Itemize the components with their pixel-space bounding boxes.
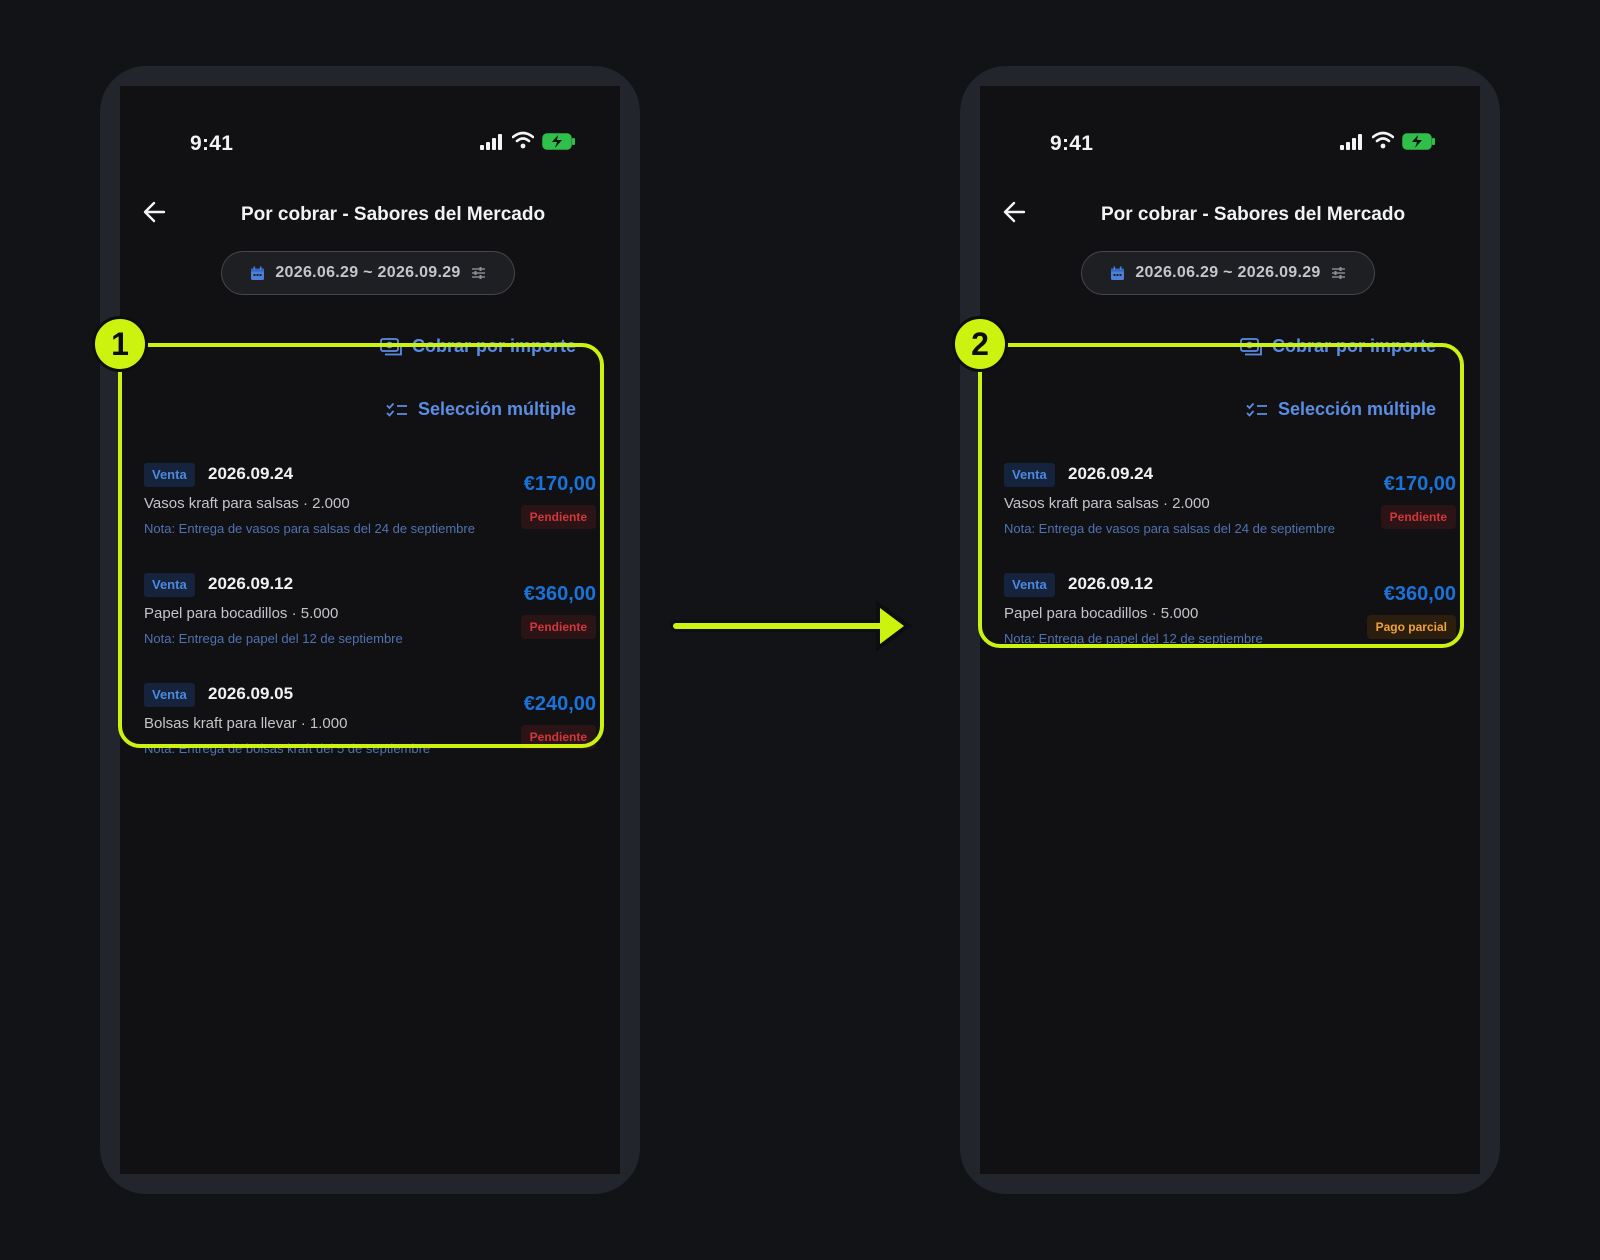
highlight-box-step-2 [978,343,1464,648]
back-arrow-icon[interactable] [1002,200,1028,224]
filter-sliders-icon [1331,267,1345,279]
battery-charging-icon [1402,133,1435,150]
page-title: Por cobrar - Sabores del Mercado [1100,204,1406,225]
date-range-filter[interactable]: 2026.06.29 ~ 2026.09.29 [1081,251,1375,295]
date-range-text: 2026.06.29 ~ 2026.09.29 [275,264,461,281]
status-bar: 9:41 [120,86,620,168]
wifi-icon [512,131,534,149]
status-time: 9:41 [190,132,234,155]
step-badge-1: 1 [92,316,148,372]
wifi-icon [1372,131,1394,149]
step-badge-2: 2 [952,316,1008,372]
back-arrow-icon[interactable] [142,200,168,224]
calendar-icon [251,266,265,280]
highlight-box-step-1 [118,343,604,748]
calendar-icon [1111,266,1125,280]
status-bar: 9:41 [980,86,1480,168]
page-title: Por cobrar - Sabores del Mercado [240,204,546,225]
status-time: 9:41 [1050,132,1094,155]
battery-charging-icon [542,133,575,150]
date-range-filter[interactable]: 2026.06.29 ~ 2026.09.29 [221,251,515,295]
signal-icon [1340,134,1362,150]
filter-sliders-icon [471,267,485,279]
arrow-right-icon [670,600,912,652]
signal-icon [480,134,502,150]
date-range-text: 2026.06.29 ~ 2026.09.29 [1135,264,1321,281]
